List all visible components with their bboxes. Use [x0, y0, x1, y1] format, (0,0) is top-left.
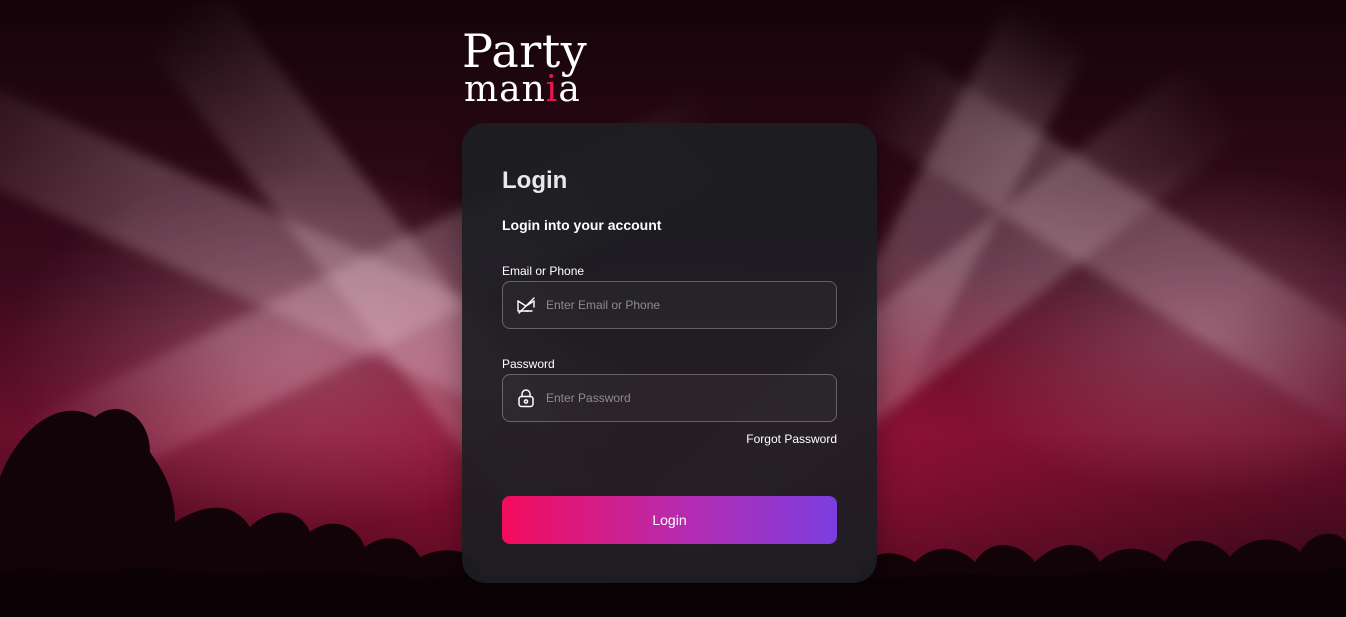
logo-line-mania: mania	[464, 70, 581, 110]
password-input[interactable]	[544, 377, 836, 419]
party-mania-logo: Party mania	[462, 26, 632, 110]
email-field[interactable]	[502, 281, 837, 329]
lock-icon	[516, 388, 536, 408]
email-label: Email or Phone	[502, 264, 585, 278]
email-input[interactable]	[544, 284, 836, 326]
logo-mania-accent: i	[545, 69, 559, 110]
login-subtitle: Login into your account	[502, 217, 662, 233]
login-button[interactable]: Login	[502, 496, 837, 544]
password-field[interactable]	[502, 374, 837, 422]
login-title: Login	[502, 167, 568, 194]
email-icon	[516, 295, 536, 315]
forgot-password-link[interactable]: Forgot Password	[746, 432, 837, 446]
logo-mania-start: man	[464, 69, 546, 110]
logo-mania-end: a	[558, 69, 581, 110]
login-card: Login Login into your account Email or P…	[462, 123, 877, 583]
password-label: Password	[502, 357, 555, 371]
